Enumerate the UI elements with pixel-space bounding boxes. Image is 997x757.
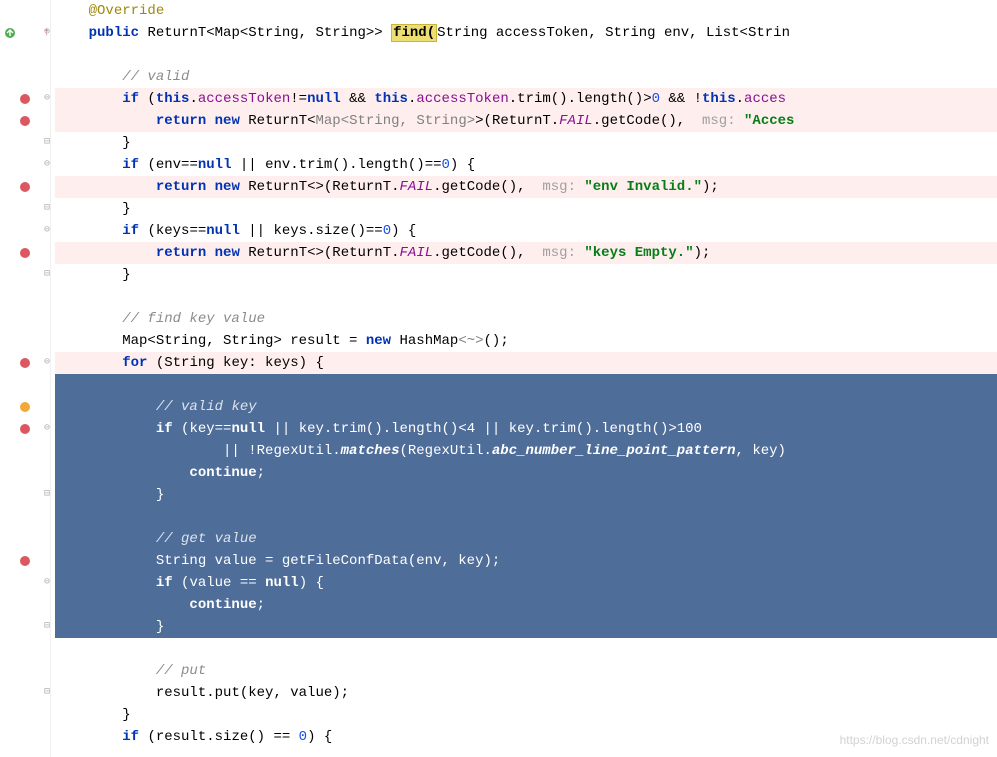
code-line: [55, 638, 997, 660]
code-line-selected: // get value: [55, 528, 997, 550]
fold-end-icon[interactable]: ⊟: [42, 616, 52, 638]
code-line: return new ReturnT<>(ReturnT.FAIL.getCod…: [55, 242, 997, 264]
code-line: if (keys==null || keys.size()==0) {: [55, 220, 997, 242]
code-line: // valid: [55, 66, 997, 88]
code-line: }: [55, 264, 997, 286]
fold-end-icon[interactable]: ⊟: [42, 198, 52, 220]
code-line: }: [55, 132, 997, 154]
code-line: if (this.accessToken!=null && this.acces…: [55, 88, 997, 110]
code-line-selected: [55, 506, 997, 528]
code-line: return new ReturnT<>(ReturnT.FAIL.getCod…: [55, 176, 997, 198]
code-line: @Override: [55, 0, 997, 22]
fold-end-icon[interactable]: ⊟: [42, 682, 52, 704]
code-line-selected: if (value == null) {: [55, 572, 997, 594]
watermark-text: https://blog.csdn.net/cdnight: [840, 729, 989, 751]
code-line-selected: if (key==null || key.trim().length()<4 |…: [55, 418, 997, 440]
fold-toggle-icon[interactable]: ⊖: [42, 220, 52, 242]
code-line: return new ReturnT<Map<String, String>>(…: [55, 110, 997, 132]
fold-toggle-icon[interactable]: ⊖: [42, 22, 52, 44]
breakpoint-icon[interactable]: [0, 176, 50, 198]
code-line: }: [55, 198, 997, 220]
breakpoint-icon[interactable]: [0, 550, 50, 572]
code-line: // find key value: [55, 308, 997, 330]
search-highlight: find(: [391, 24, 437, 42]
breakpoint-icon[interactable]: [0, 110, 50, 132]
code-line: if (env==null || env.trim().length()==0)…: [55, 154, 997, 176]
code-line-selected: continue;: [55, 462, 997, 484]
code-line: for (String key: keys) {: [55, 352, 997, 374]
fold-toggle-icon[interactable]: ⊖: [42, 88, 52, 110]
breakpoint-icon[interactable]: [0, 242, 50, 264]
fold-toggle-icon[interactable]: ⊖: [42, 352, 52, 374]
code-line: // put: [55, 660, 997, 682]
code-line: Map<String, String> result = new HashMap…: [55, 330, 997, 352]
code-line-selected: || !RegexUtil.matches(RegexUtil.abc_numb…: [55, 440, 997, 462]
editor-gutter: ↑ ⊖ ⊖ ⊟ ⊖ ⊟ ⊖ ⊟ ⊖ ⊖ ⊟ ⊖ ⊟ ⊟: [0, 0, 51, 757]
fold-end-icon[interactable]: ⊟: [42, 264, 52, 286]
fold-end-icon[interactable]: ⊟: [42, 484, 52, 506]
fold-end-icon[interactable]: ⊟: [42, 132, 52, 154]
code-line: }: [55, 704, 997, 726]
code-line-selected: // valid key: [55, 396, 997, 418]
code-editor[interactable]: @Override public ReturnT<Map<String, Str…: [55, 0, 997, 748]
code-line: public ReturnT<Map<String, String>> find…: [55, 22, 997, 44]
code-line-selected: String value = getFileConfData(env, key)…: [55, 550, 997, 572]
code-line-selected: continue;: [55, 594, 997, 616]
code-line: result.put(key, value);: [55, 682, 997, 704]
code-line: [55, 286, 997, 308]
fold-toggle-icon[interactable]: ⊖: [42, 572, 52, 594]
fold-toggle-icon[interactable]: ⊖: [42, 154, 52, 176]
warning-breakpoint-icon[interactable]: [0, 396, 50, 418]
code-line: [55, 44, 997, 66]
code-line-selected: }: [55, 484, 997, 506]
fold-toggle-icon[interactable]: ⊖: [42, 418, 52, 440]
annotation: @Override: [89, 3, 165, 19]
code-line-selected: [55, 374, 997, 396]
code-line-selected: }: [55, 616, 997, 638]
